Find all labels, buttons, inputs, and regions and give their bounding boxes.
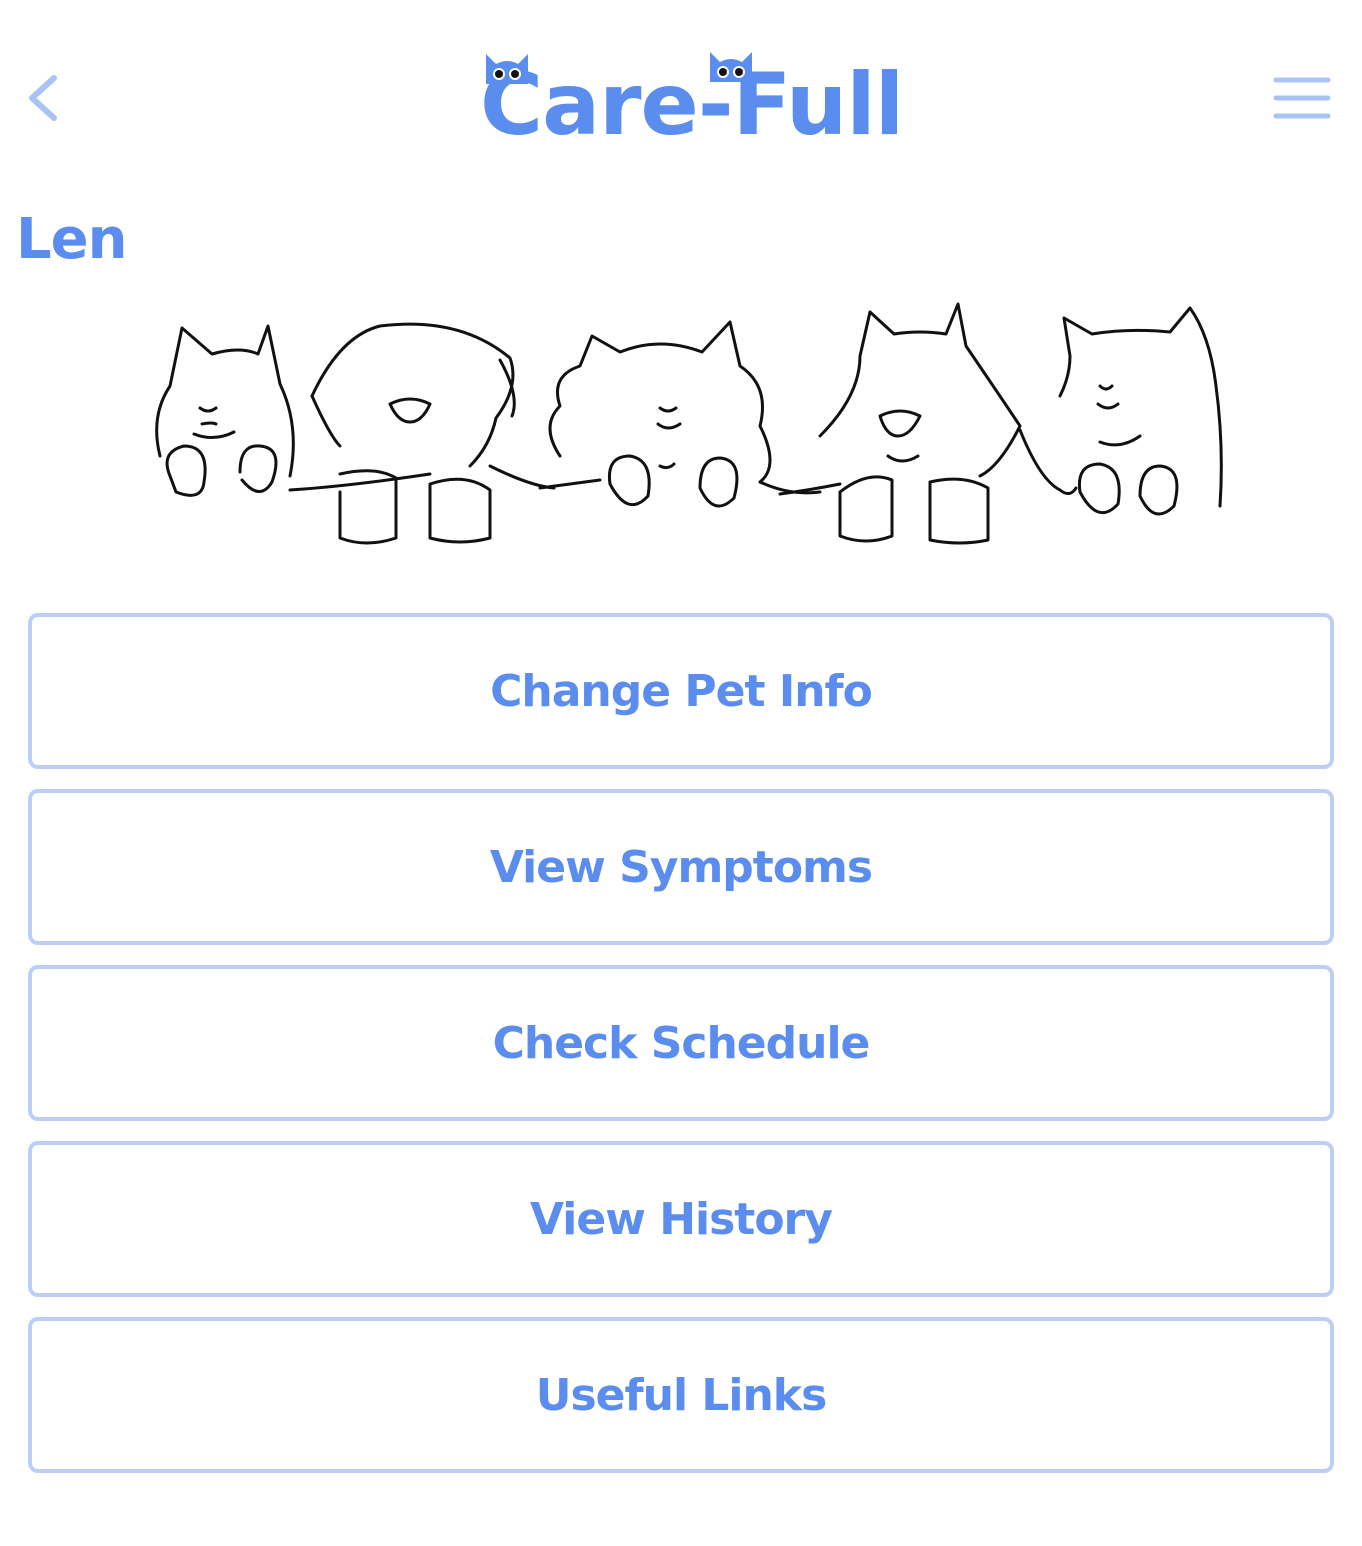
app-title: Care-Full — [480, 55, 904, 155]
view-symptoms-button[interactable]: View Symptoms — [28, 789, 1334, 945]
change-pet-info-button[interactable]: Change Pet Info — [28, 613, 1334, 769]
check-schedule-label: Check Schedule — [492, 1017, 871, 1069]
chevron-left-icon — [29, 75, 57, 121]
app-header: Care-Full — [0, 0, 1362, 170]
check-schedule-button[interactable]: Check Schedule — [28, 965, 1334, 1121]
change-pet-info-label: Change Pet Info — [490, 665, 873, 717]
pet-name-heading: Len — [16, 207, 128, 272]
pet-detail-screen: Care-Full Len Change Pet Info View Sympt… — [0, 0, 1362, 1546]
useful-links-label: Useful Links — [535, 1369, 828, 1421]
pets-illustration — [155, 302, 1223, 545]
view-symptoms-label: View Symptoms — [489, 841, 873, 893]
menu-button[interactable] — [1268, 72, 1336, 124]
cat-face-icon — [710, 52, 752, 82]
view-history-label: View History — [530, 1193, 833, 1245]
app-logo: Care-Full — [470, 40, 904, 150]
view-history-button[interactable]: View History — [28, 1141, 1334, 1297]
useful-links-button[interactable]: Useful Links — [28, 1317, 1334, 1473]
hamburger-menu-icon — [1273, 77, 1331, 119]
action-list: Change Pet Info View Symptoms Check Sche… — [28, 613, 1334, 1493]
back-button[interactable] — [20, 68, 80, 128]
cat-face-icon — [486, 54, 528, 84]
